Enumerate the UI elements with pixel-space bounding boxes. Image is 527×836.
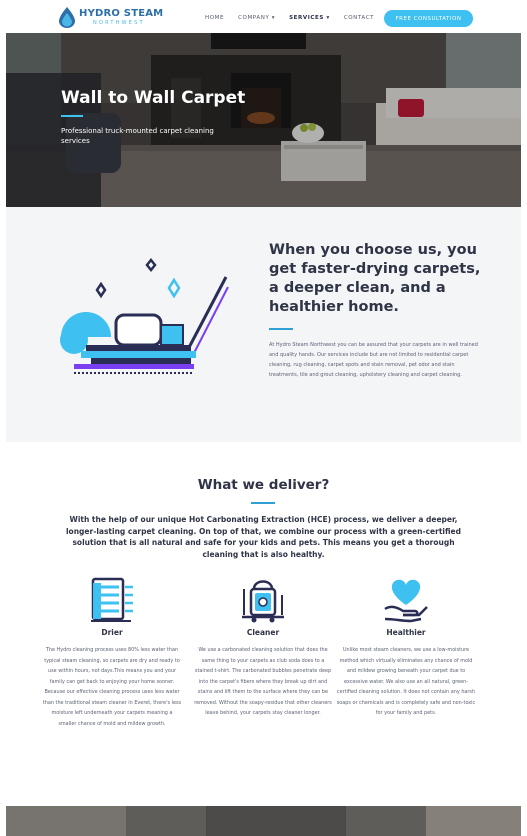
logo-title: HYDRO STEAM bbox=[79, 8, 164, 19]
feature-title: Cleaner bbox=[246, 628, 280, 637]
feature-drier: Drier The Hydro cleaning process uses 80… bbox=[42, 575, 182, 729]
nav-item-company[interactable]: COMPANY ▾ bbox=[238, 15, 275, 21]
nav-item-home[interactable]: HOME bbox=[205, 15, 224, 21]
feature-body: Unlike most steam cleaners, we use a low… bbox=[336, 647, 476, 716]
carpet-roll-icon bbox=[91, 577, 133, 622]
deliver-divider bbox=[251, 502, 275, 504]
room-photo bbox=[6, 806, 521, 836]
living-room-photo bbox=[6, 33, 521, 207]
choose-heading: When you choose us, you get faster-dryin… bbox=[269, 242, 481, 315]
cleaning-machine-icon bbox=[242, 580, 284, 623]
deliver-heading: What we deliver? bbox=[197, 477, 330, 493]
why-choose-us-section: When you choose us, you get faster-dryin… bbox=[6, 207, 521, 442]
feature-body: The Hydro cleaning process uses 80% less… bbox=[42, 647, 182, 727]
feature-title: Drier bbox=[101, 628, 123, 637]
site-header: HYDRO STEAM NORTHWEST HOME COMPANY ▾ SER… bbox=[0, 0, 527, 33]
hero-title: Wall to Wall Carpet bbox=[61, 88, 246, 108]
logo-subtitle: NORTHWEST bbox=[93, 20, 145, 26]
heart-hand-icon bbox=[384, 579, 428, 623]
feature-healthier: Healthier Unlike most steam cleaners, we… bbox=[336, 575, 476, 719]
feature-title: Healthier bbox=[386, 628, 426, 637]
free-consultation-button[interactable]: FREE CONSULTATION bbox=[384, 10, 473, 27]
logo[interactable]: HYDRO STEAM NORTHWEST bbox=[59, 7, 163, 28]
feature-body: We use a carbonated cleaning solution th… bbox=[194, 647, 332, 716]
nav-item-contact[interactable]: CONTACT bbox=[344, 15, 374, 21]
deliver-intro-text: With the help of our unique Hot Carbonat… bbox=[65, 515, 461, 559]
hero-divider bbox=[61, 115, 83, 117]
hero-banner: Wall to Wall Carpet Professional truck-m… bbox=[6, 33, 521, 207]
carpet-cleaning-illustration bbox=[60, 257, 229, 374]
choose-body-text: At Hydro Steam Northwest you can be assu… bbox=[269, 342, 478, 378]
water-drop-icon bbox=[59, 7, 75, 28]
main-nav: HOME COMPANY ▾ SERVICES ▾ CONTACT bbox=[205, 15, 374, 21]
next-section-image bbox=[6, 806, 521, 836]
nav-item-services[interactable]: SERVICES ▾ bbox=[289, 15, 330, 21]
feature-cleaner: Cleaner We use a carbonated cleaning sol… bbox=[193, 575, 333, 719]
choose-divider bbox=[269, 328, 293, 330]
hero-subtitle: Professional truck-mounted carpet cleani… bbox=[61, 127, 214, 145]
